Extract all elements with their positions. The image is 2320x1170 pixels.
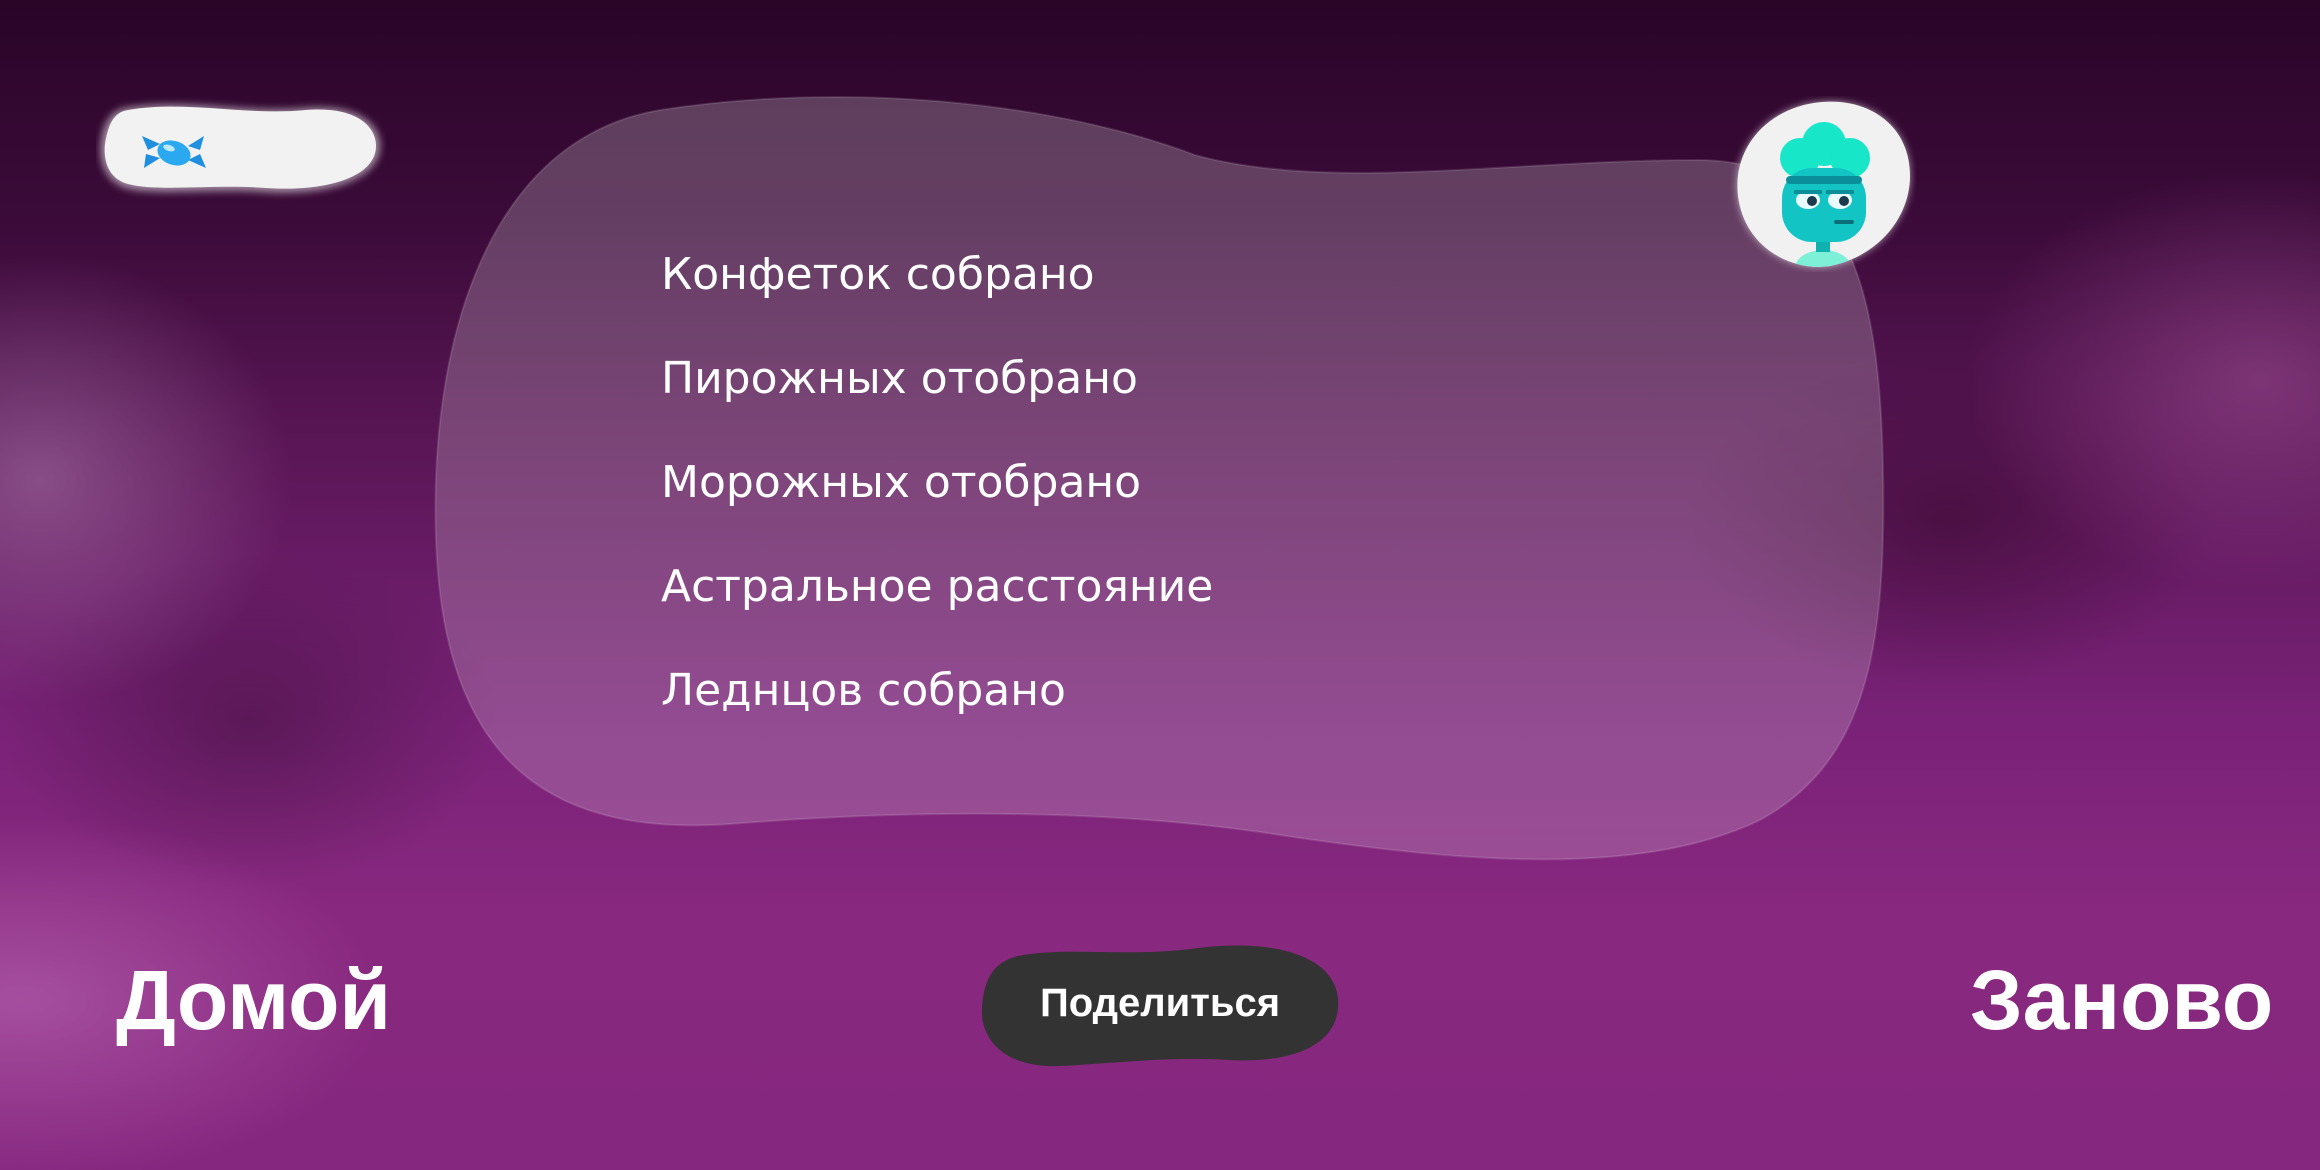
share-button[interactable] — [978, 938, 1342, 1070]
stat-icecreams-taken: Морожных отобрано — [661, 448, 1213, 552]
candy-counter — [100, 104, 381, 193]
stat-label: Астральное расстояние — [661, 561, 1214, 612]
restart-link[interactable]: Заново — [1970, 950, 2273, 1050]
stat-label: Леднцов собрано — [661, 665, 1066, 716]
stats-list: Конфеток собрано Пирожных отобрано Морож… — [661, 240, 1213, 760]
stat-lollipops-collected: Леднцов собрано — [661, 656, 1213, 760]
chef-avatar-icon[interactable] — [1730, 96, 1916, 272]
stat-candies-collected: Конфеток собрано — [661, 240, 1213, 344]
candy-icon — [142, 136, 206, 168]
stat-label: Пирожных отобрано — [661, 353, 1138, 404]
stat-label: Морожных отобрано — [661, 457, 1142, 508]
stat-cakes-taken: Пирожных отобрано — [661, 344, 1213, 448]
stat-label: Конфеток собрано — [661, 249, 1095, 300]
home-link[interactable]: Домой — [116, 950, 391, 1050]
stat-astral-distance: Астральное расстояние — [661, 552, 1213, 656]
